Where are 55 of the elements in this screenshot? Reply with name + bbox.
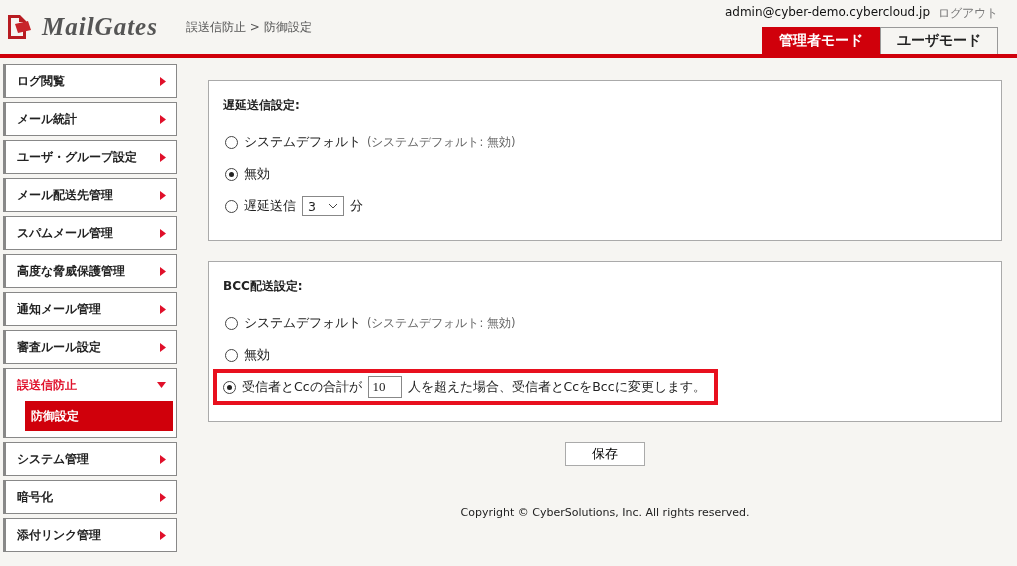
option-label: 遅延送信: [244, 197, 296, 215]
option-label: 無効: [244, 346, 270, 364]
breadcrumb: 誤送信防止 > 防御設定: [185, 18, 312, 36]
chevron-down-icon: [327, 203, 338, 209]
sidebar-item[interactable]: 審査ルール設定: [3, 330, 177, 364]
save-button[interactable]: 保存: [565, 442, 645, 466]
option-note: (システムデフォルト: 無効): [367, 315, 516, 331]
sidebar-item[interactable]: 添付リンク管理: [3, 518, 177, 552]
unit-label: 分: [349, 197, 363, 215]
caret-right-icon: [160, 492, 166, 502]
caret-right-icon: [160, 152, 166, 162]
caret-right-icon: [160, 530, 166, 540]
caret-right-icon: [160, 114, 166, 124]
mode-tab[interactable]: 管理者モード: [762, 27, 880, 54]
sidebar-item[interactable]: ログ閲覧: [3, 64, 177, 98]
caret-right-icon: [160, 304, 166, 314]
caret-right-icon: [160, 190, 166, 200]
sidebar-item[interactable]: システム管理: [3, 442, 177, 476]
option-note: (システムデフォルト: 無効): [367, 134, 516, 150]
sidebar-subitem[interactable]: 防御設定: [25, 401, 173, 431]
logo-text: MailGates: [42, 13, 158, 41]
logout-link[interactable]: ログアウト: [938, 5, 998, 24]
option-label: 人を超えた場合、受信者とCcをBccに変更します。: [407, 378, 706, 396]
radio-button[interactable]: [223, 380, 236, 394]
sidebar-item[interactable]: メール統計: [3, 102, 177, 136]
copyright-text: Copyright © CyberSolutions, Inc. All rights reserved.: [459, 506, 751, 519]
sidebar-item[interactable]: 誤送信防止 防御設定: [3, 368, 177, 438]
option-label: システムデフォルト: [244, 314, 361, 332]
logo-icon: [6, 13, 34, 41]
recipient-count-field[interactable]: 10: [367, 376, 402, 398]
option-label: 無効: [244, 165, 270, 183]
caret-right-icon: [160, 454, 166, 464]
caret-right-icon: [160, 342, 166, 352]
radio-button[interactable]: [225, 199, 238, 213]
mode-tab[interactable]: ユーザモード: [880, 27, 998, 54]
option-label: 受信者とCcの合計が: [242, 378, 362, 396]
sidebar-item[interactable]: 暗号化: [3, 480, 177, 514]
sidebar-item[interactable]: メール配送先管理: [3, 178, 177, 212]
user-email: admin@cyber-demo.cybercloud.jp: [724, 5, 930, 21]
caret-right-icon: [160, 76, 166, 86]
option-label: システムデフォルト: [244, 133, 361, 151]
section-title: 遅延送信設定:: [223, 97, 301, 114]
caret-right-icon: [160, 266, 166, 276]
sidebar-item[interactable]: スパムメール管理: [3, 216, 177, 250]
sidebar-item[interactable]: 高度な脅威保護管理: [3, 254, 177, 288]
section-title: BCC配送設定:: [223, 278, 304, 295]
radio-button[interactable]: [225, 167, 238, 181]
sidebar-item[interactable]: ユーザ・グループ設定: [3, 140, 177, 174]
radio-button[interactable]: [225, 316, 238, 330]
sidebar-item[interactable]: 通知メール管理: [3, 292, 177, 326]
radio-button[interactable]: [225, 135, 238, 149]
caret-down-icon: [157, 382, 166, 388]
minutes-dropdown[interactable]: 3: [302, 196, 344, 216]
caret-right-icon: [160, 228, 166, 238]
radio-button[interactable]: [225, 348, 238, 362]
